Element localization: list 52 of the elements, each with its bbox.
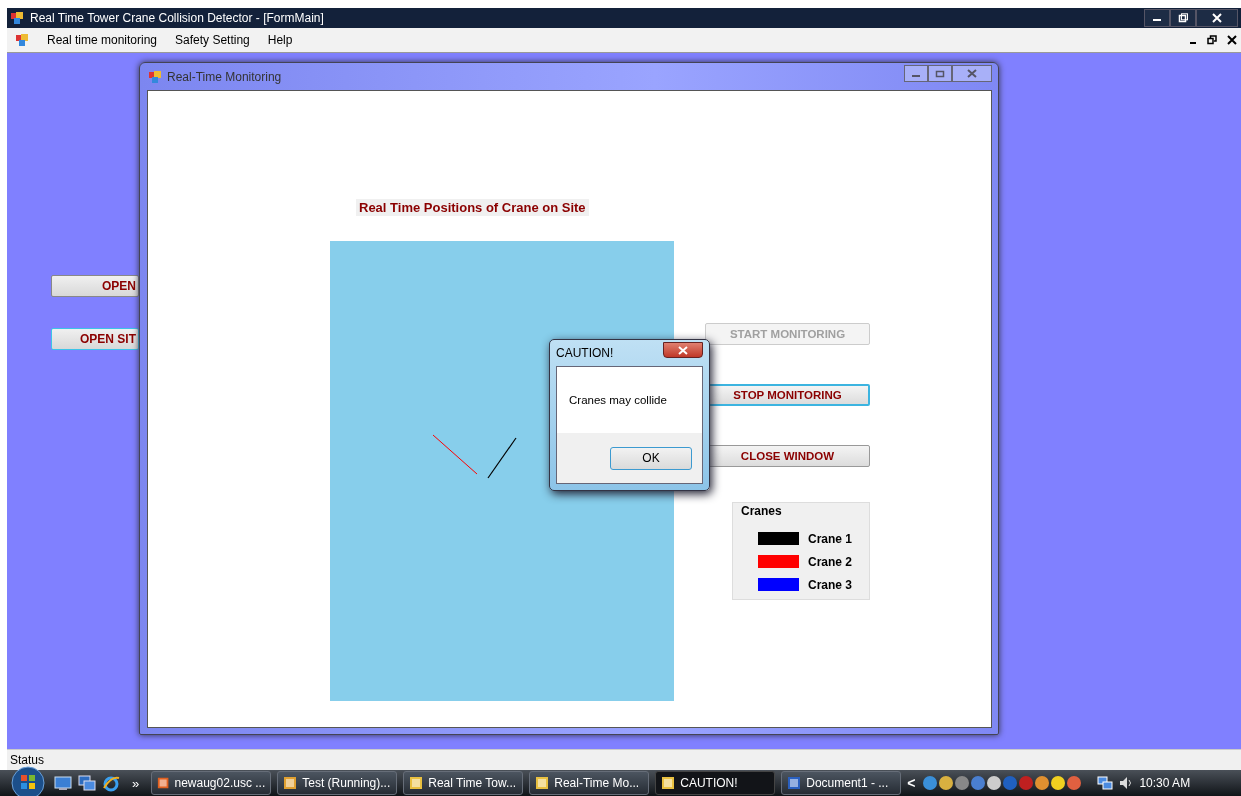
legend-title: Cranes bbox=[741, 504, 782, 518]
close-icon[interactable] bbox=[1227, 35, 1237, 45]
close-icon bbox=[1211, 13, 1223, 23]
clock[interactable]: 10:30 AM bbox=[1139, 776, 1191, 790]
close-icon bbox=[677, 345, 689, 355]
browser-icon[interactable] bbox=[102, 774, 120, 792]
window-icon bbox=[787, 776, 802, 790]
menu-item[interactable]: Help bbox=[267, 33, 293, 47]
dialog-message: Cranes may collide bbox=[569, 394, 667, 406]
taskbar-button[interactable]: Test (Running)... bbox=[277, 771, 398, 795]
app-icon bbox=[10, 11, 24, 25]
maximize-icon bbox=[935, 69, 945, 78]
legend-label: Crane 3 bbox=[808, 577, 853, 592]
app-icon bbox=[148, 69, 162, 84]
minimize-button[interactable] bbox=[1144, 9, 1170, 27]
start-button[interactable] bbox=[8, 766, 48, 796]
status-text: Status bbox=[10, 753, 45, 767]
ok-button[interactable]: OK bbox=[610, 446, 692, 470]
window-icon bbox=[283, 776, 298, 790]
window-title: Real Time Tower Crane Collision Detector - [FormMain] bbox=[30, 11, 324, 25]
maximize-button[interactable] bbox=[928, 65, 952, 82]
app-icon[interactable] bbox=[15, 33, 29, 47]
menu-item[interactable]: Real time monitoring bbox=[47, 33, 158, 47]
taskbar-button[interactable]: CAUTION! bbox=[655, 771, 776, 795]
close-button[interactable] bbox=[663, 342, 703, 358]
taskbar-button[interactable]: Real Time Tow... bbox=[403, 771, 524, 795]
volume-icon[interactable] bbox=[1119, 775, 1134, 791]
tray-expand-button[interactable]: < bbox=[907, 775, 916, 791]
close-button[interactable] bbox=[1196, 9, 1238, 27]
network-icon[interactable] bbox=[1097, 775, 1114, 791]
close-icon bbox=[966, 69, 978, 78]
chart-heading: Real Time Positions of Crane on Site bbox=[356, 199, 589, 216]
legend-label: Crane 1 bbox=[808, 531, 853, 546]
overflow-button[interactable]: » bbox=[132, 775, 140, 791]
menu-item[interactable]: Safety Setting bbox=[175, 33, 250, 47]
restore-icon[interactable] bbox=[1207, 35, 1217, 45]
window-icon bbox=[157, 776, 170, 790]
windows-icon[interactable] bbox=[78, 775, 96, 791]
window-icon bbox=[409, 776, 424, 790]
window-icon bbox=[661, 776, 676, 790]
taskbar-button[interactable]: Real-Time Mo... bbox=[529, 771, 650, 795]
restore-icon bbox=[1177, 13, 1189, 23]
form-button[interactable]: OPEN SIT bbox=[51, 328, 139, 350]
window-title: Real-Time Monitoring bbox=[167, 69, 282, 84]
taskbar-button[interactable]: newaug02.usc ... bbox=[151, 771, 272, 795]
window-icon bbox=[535, 776, 550, 790]
restore-button[interactable] bbox=[1170, 9, 1196, 27]
dialog-title: CAUTION! bbox=[556, 346, 614, 360]
taskbar-button[interactable]: Document1 - ... bbox=[781, 771, 902, 795]
legend-label: Crane 2 bbox=[808, 554, 853, 569]
desktop-icon[interactable] bbox=[54, 775, 72, 791]
form-button[interactable]: OPEN bbox=[51, 275, 139, 297]
